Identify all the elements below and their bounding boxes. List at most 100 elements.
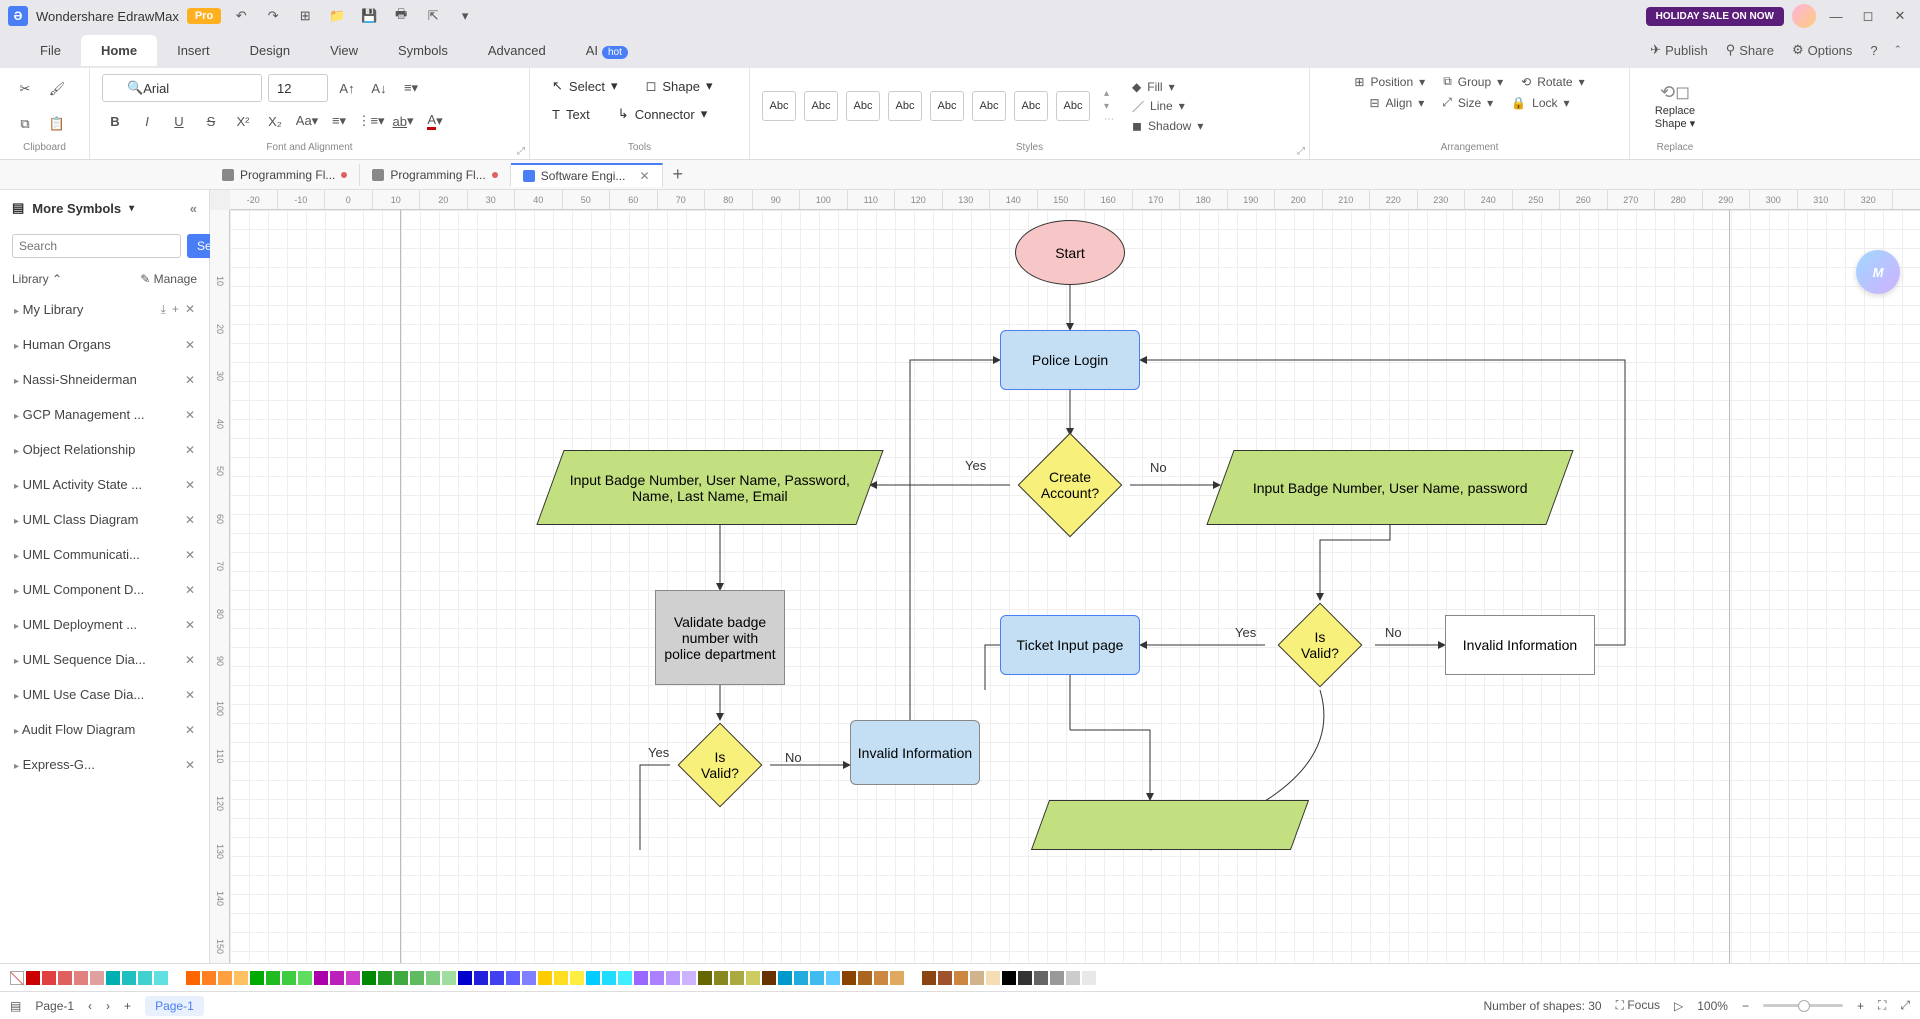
color-swatch[interactable] [122, 971, 136, 985]
color-swatch[interactable] [682, 971, 696, 985]
color-swatch[interactable] [266, 971, 280, 985]
color-swatch[interactable] [234, 971, 248, 985]
print-button[interactable]: 🖶 [389, 4, 413, 28]
share-button[interactable]: ⚲ Share [1726, 42, 1774, 58]
increase-font-button[interactable]: A↑ [334, 75, 360, 101]
menu-file[interactable]: File [20, 35, 81, 66]
group-button[interactable]: ⧉ Group ▾ [1443, 74, 1503, 89]
no-fill-swatch[interactable] [10, 971, 24, 985]
menu-insert[interactable]: Insert [157, 35, 230, 66]
color-swatch[interactable] [170, 971, 184, 985]
color-swatch[interactable] [218, 971, 232, 985]
color-swatch[interactable] [746, 971, 760, 985]
remove-icon[interactable]: ✕ [185, 758, 195, 772]
add-tab-button[interactable]: + [663, 160, 694, 189]
style-swatch[interactable]: Abc [804, 91, 838, 121]
canvas[interactable]: Start Police Login Create Account? Yes N… [230, 210, 1920, 963]
ai-assistant-button[interactable]: M [1856, 250, 1900, 294]
line-spacing-button[interactable]: ≡▾ [326, 108, 352, 134]
color-swatch[interactable] [794, 971, 808, 985]
help-button[interactable]: ? [1870, 43, 1877, 58]
focus-mode-button[interactable]: ⛶ Focus [1616, 998, 1660, 1013]
connector-tool-button[interactable]: ↳ Connector ▾ [608, 102, 717, 126]
fullscreen-button[interactable]: ⤢ [1900, 998, 1910, 1013]
color-swatch[interactable] [378, 971, 392, 985]
color-swatch[interactable] [394, 971, 408, 985]
next-page-button[interactable]: › [106, 999, 110, 1013]
color-swatch[interactable] [1018, 971, 1032, 985]
sidebar-library-item[interactable]: ▸ UML Use Case Dia...✕ [0, 677, 209, 712]
color-swatch[interactable] [986, 971, 1000, 985]
color-swatch[interactable] [618, 971, 632, 985]
start-terminator[interactable]: Start [1015, 220, 1125, 285]
sidebar-library-item[interactable]: ▸ UML Activity State ...✕ [0, 467, 209, 502]
collapse-sidebar-button[interactable]: « [190, 201, 197, 216]
style-swatch[interactable]: Abc [762, 91, 796, 121]
color-swatch[interactable] [90, 971, 104, 985]
validate-process[interactable]: Validate badge number with police depart… [655, 590, 785, 685]
style-swatch[interactable]: Abc [846, 91, 880, 121]
options-button[interactable]: ⚙ Options [1792, 42, 1852, 58]
pages-menu-button[interactable]: ▤ [10, 999, 21, 1013]
align-menu-button[interactable]: ≡▾ [398, 75, 424, 101]
color-swatch[interactable] [954, 971, 968, 985]
remove-icon[interactable]: ✕ [185, 302, 195, 317]
color-swatch[interactable] [842, 971, 856, 985]
case-button[interactable]: Aa▾ [294, 108, 320, 134]
remove-icon[interactable]: ✕ [185, 688, 195, 702]
color-swatch[interactable] [58, 971, 72, 985]
color-swatch[interactable] [362, 971, 376, 985]
color-swatch[interactable] [634, 971, 648, 985]
color-swatch[interactable] [138, 971, 152, 985]
color-swatch[interactable] [906, 971, 920, 985]
canvas-area[interactable]: -20-100102030405060708090100110120130140… [210, 190, 1920, 963]
remove-icon[interactable]: ✕ [185, 478, 195, 492]
sidebar-library-item[interactable]: ▸ UML Sequence Dia...✕ [0, 642, 209, 677]
shadow-button[interactable]: ◼ Shadow ▾ [1132, 119, 1203, 133]
collapse-ribbon-button[interactable]: ˆ [1896, 43, 1900, 58]
input-short-io[interactable]: Input Badge Number, User Name, password [1206, 450, 1573, 525]
user-avatar[interactable] [1792, 4, 1816, 28]
sidebar-library-item[interactable]: ▸ UML Deployment ...✕ [0, 607, 209, 642]
remove-icon[interactable]: ✕ [185, 583, 195, 597]
styles-group-expand[interactable]: ⤢ [1297, 146, 1305, 157]
text-tool-button[interactable]: T Text [542, 102, 600, 126]
fill-button[interactable]: ◆ Fill ▾ [1132, 80, 1203, 94]
cut-button[interactable]: ✂ [12, 76, 38, 102]
color-swatch[interactable] [762, 971, 776, 985]
publish-button[interactable]: ✈ Publish [1650, 42, 1708, 58]
color-swatch[interactable] [890, 971, 904, 985]
color-swatch[interactable] [1082, 971, 1096, 985]
remove-icon[interactable]: ✕ [185, 723, 195, 737]
style-swatch[interactable]: Abc [972, 91, 1006, 121]
color-swatch[interactable] [570, 971, 584, 985]
menu-ai[interactable]: AIhot [566, 35, 648, 66]
color-swatch[interactable] [586, 971, 600, 985]
fit-page-button[interactable]: ⛶ [1878, 998, 1886, 1013]
color-swatch[interactable] [874, 971, 888, 985]
bold-button[interactable]: B [102, 108, 128, 134]
styles-more-button[interactable]: ⋯ [1104, 114, 1114, 125]
zoom-level[interactable]: 100% [1697, 999, 1728, 1013]
qat-more-button[interactable]: ▾ [453, 4, 477, 28]
holiday-banner[interactable]: HOLIDAY SALE ON NOW [1646, 7, 1784, 26]
color-swatch[interactable] [74, 971, 88, 985]
symbol-search-input[interactable] [12, 234, 181, 258]
undo-button[interactable]: ↶ [229, 4, 253, 28]
sidebar-library-item[interactable]: ▸ Object Relationship✕ [0, 432, 209, 467]
color-swatch[interactable] [778, 971, 792, 985]
sidebar-library-item[interactable]: ▸ GCP Management ...✕ [0, 397, 209, 432]
document-tab[interactable]: Programming Fl... [360, 164, 510, 186]
position-button[interactable]: ⊞ Position ▾ [1354, 74, 1425, 89]
replace-shape-button[interactable]: ReplaceShape ▾ [1655, 105, 1695, 130]
color-swatch[interactable] [970, 971, 984, 985]
remove-icon[interactable]: ✕ [185, 373, 195, 387]
color-swatch[interactable] [810, 971, 824, 985]
color-swatch[interactable] [698, 971, 712, 985]
color-swatch[interactable] [506, 971, 520, 985]
add-icon[interactable]: + [172, 302, 179, 317]
new-button[interactable]: ⊞ [293, 4, 317, 28]
italic-button[interactable]: I [134, 108, 160, 134]
size-button[interactable]: ⤢ Size ▾ [1442, 95, 1493, 110]
remove-icon[interactable]: ✕ [185, 618, 195, 632]
